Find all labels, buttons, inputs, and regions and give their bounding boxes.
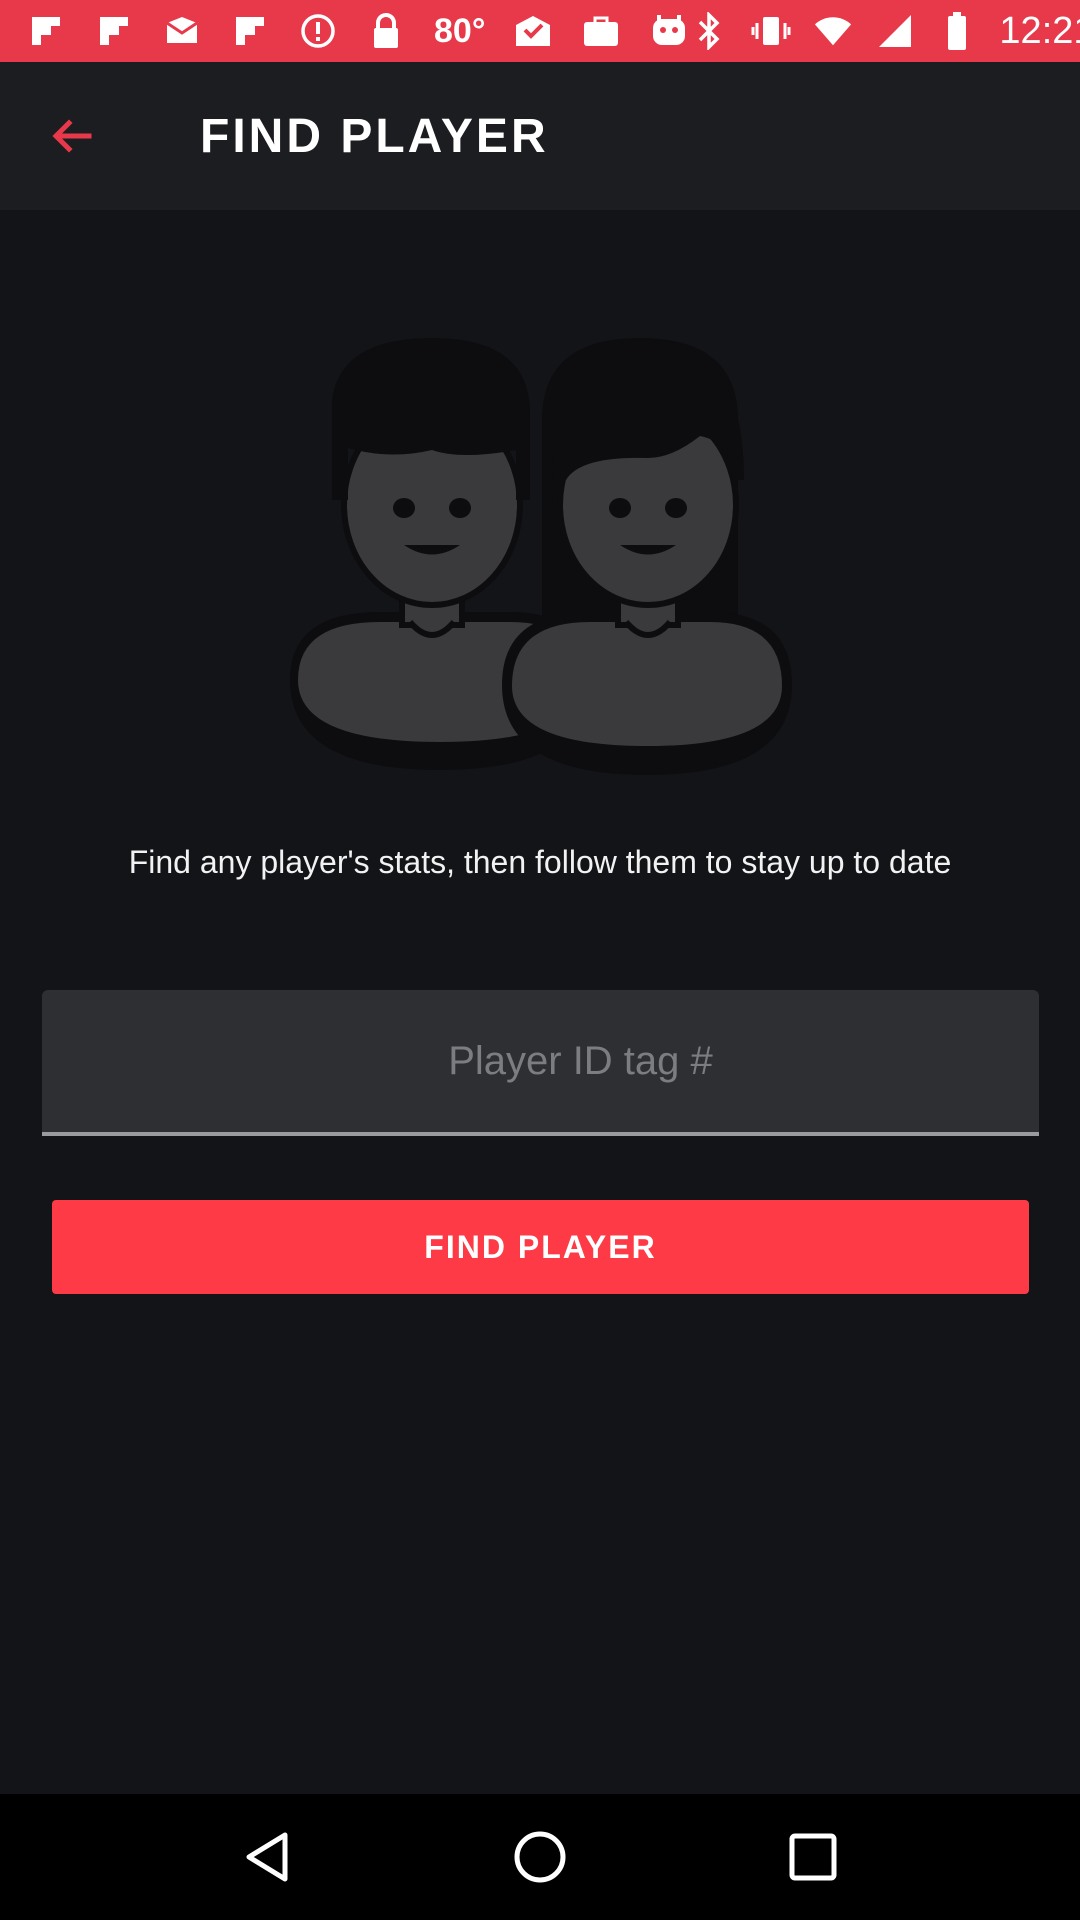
status-bar: 80° 12:21 — [0, 0, 1080, 62]
recents-square-icon — [789, 1833, 837, 1881]
flipboard-icon — [26, 11, 66, 51]
home-circle-icon — [514, 1831, 566, 1883]
find-player-button[interactable]: FIND PLAYER — [52, 1200, 1029, 1294]
system-nav-bar — [0, 1794, 1080, 1920]
robot-icon — [649, 11, 689, 51]
nav-recents-button[interactable] — [773, 1817, 853, 1897]
mail-check-icon — [513, 11, 553, 51]
temperature-text: 80° — [434, 11, 486, 50]
status-left-icons: 80° — [0, 11, 689, 51]
flipboard-icon — [94, 11, 134, 51]
nav-back-button[interactable] — [227, 1817, 307, 1897]
signal-icon — [875, 11, 915, 51]
app-bar: FIND PLAYER — [0, 62, 1080, 210]
nav-home-button[interactable] — [500, 1817, 580, 1897]
back-button[interactable] — [22, 86, 122, 186]
battery-icon — [937, 11, 977, 51]
player-id-input[interactable] — [42, 990, 1039, 1132]
flipboard-icon — [230, 11, 270, 51]
player-id-field[interactable] — [42, 990, 1039, 1136]
briefcase-icon — [581, 11, 621, 51]
status-right-icons: 12:21 — [689, 10, 1080, 53]
bluetooth-icon — [689, 11, 729, 51]
mail-icon — [162, 11, 202, 51]
two-players-icon — [280, 330, 800, 790]
vibrate-icon — [751, 11, 791, 51]
lock-icon — [366, 11, 406, 51]
instructions-text: Find any player's stats, then follow the… — [128, 844, 952, 880]
arrow-left-icon — [52, 119, 92, 153]
page-title: FIND PLAYER — [200, 109, 549, 163]
wifi-icon — [813, 11, 853, 51]
back-triangle-icon — [246, 1832, 288, 1882]
alert-icon — [298, 11, 338, 51]
clock-text: 12:21 — [999, 9, 1080, 52]
